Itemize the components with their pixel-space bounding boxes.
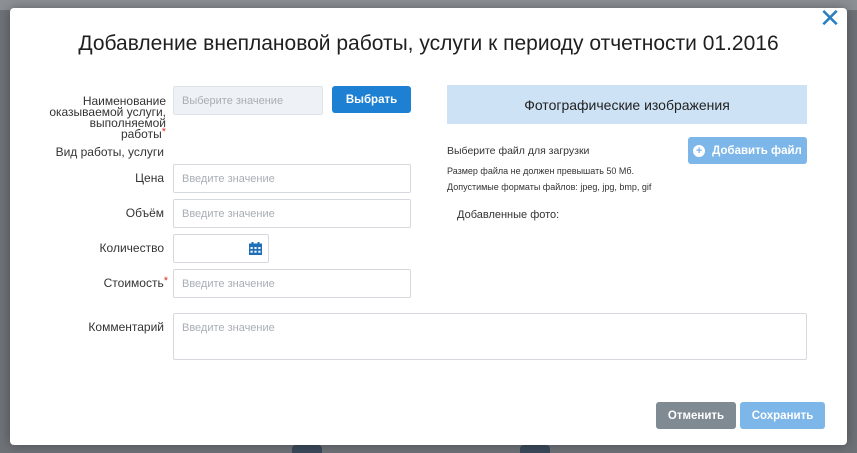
comment-textarea[interactable]: Введите значение (173, 313, 807, 360)
price-input[interactable]: Введите значение (173, 164, 411, 193)
dialog-title: Добавление внеплановой работы, услуги к … (78, 32, 779, 55)
plus-circle-icon: + (693, 144, 706, 157)
size-limit-text: Размер файла не должен превышать 50 Мб. (447, 166, 635, 176)
required-mark: * (161, 126, 166, 138)
volume-label: Объём (125, 206, 164, 220)
comment-label: Комментарий (88, 320, 164, 334)
add-file-button-label: Добавить файл (712, 144, 802, 157)
formats-text: Допустимые форматы файлов: jpeg, jpg, bm… (447, 182, 652, 192)
save-button[interactable]: Сохранить (740, 402, 825, 429)
price-label: Цена (135, 171, 164, 185)
name-label: Наименование оказываемой услуги, выполня… (48, 94, 166, 141)
photos-section-header: Фотографические изображения (447, 85, 807, 124)
name-select-input[interactable]: Выберите значение (173, 86, 323, 115)
choose-file-text: Выберите файл для загрузки (447, 145, 590, 157)
cost-label: Стоимость* (70, 275, 168, 290)
work-type-label: Вид работы, услуги (55, 145, 164, 159)
dialog: ✕ Добавление внеплановой работы, услуги … (10, 6, 847, 445)
background-page-element (292, 445, 322, 453)
cancel-button[interactable]: Отменить (656, 402, 736, 429)
add-file-button[interactable]: + Добавить файл (688, 137, 807, 164)
quantity-date-input[interactable] (173, 234, 269, 263)
volume-input[interactable]: Введите значение (173, 199, 411, 228)
name-label-text: Наименование оказываемой услуги, выполня… (49, 94, 166, 141)
required-mark: * (163, 275, 168, 287)
select-button[interactable]: Выбрать (332, 86, 411, 113)
cost-input[interactable]: Введите значение (173, 269, 411, 298)
added-photos-label: Добавленные фото: (457, 209, 560, 221)
calendar-icon[interactable] (249, 242, 262, 255)
quantity-label: Количество (99, 241, 164, 255)
cost-label-text: Стоимость (103, 276, 164, 290)
close-icon[interactable]: ✕ (817, 6, 843, 34)
background-page-element (520, 445, 550, 453)
